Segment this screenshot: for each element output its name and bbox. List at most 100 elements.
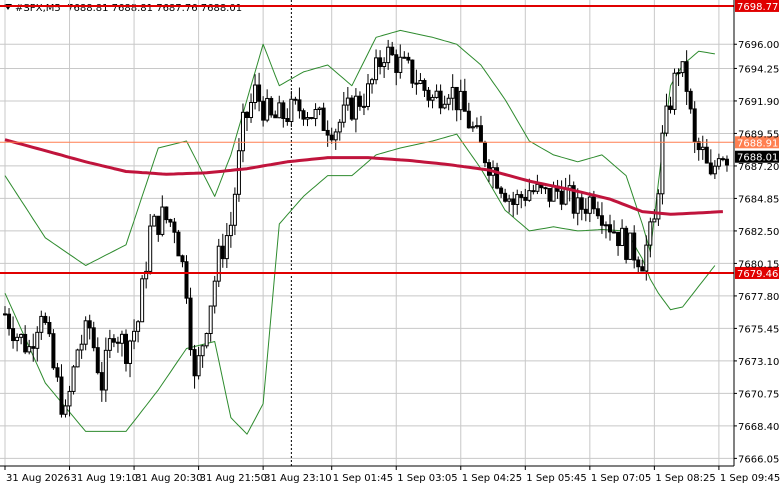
candle-body	[19, 333, 24, 338]
candle-body	[83, 320, 88, 345]
candle-body	[656, 193, 661, 220]
candle-body	[446, 97, 451, 105]
candle-body	[216, 245, 221, 282]
candle-body	[51, 333, 56, 369]
candle	[462, 78, 467, 112]
candle-body	[668, 105, 673, 110]
candle-body	[91, 327, 96, 349]
candle	[144, 261, 149, 289]
candle	[503, 188, 508, 203]
candle-body	[136, 321, 141, 332]
candle-body	[511, 198, 516, 205]
candle-body	[273, 114, 278, 119]
candle	[111, 334, 116, 348]
candle	[660, 125, 665, 205]
candle-body	[382, 62, 387, 68]
candle-body	[281, 102, 286, 119]
candle	[27, 339, 32, 355]
candle-body	[200, 345, 205, 357]
candle-body	[700, 146, 705, 151]
price-tick-label: 7689.55	[738, 129, 779, 140]
candle	[79, 334, 84, 359]
time-tick-label: 1 Sep 04:25	[462, 473, 522, 484]
candle	[357, 91, 362, 111]
candle	[329, 127, 334, 144]
candle	[353, 88, 358, 133]
candle-body	[599, 215, 604, 226]
candle	[454, 86, 459, 122]
price-tick-label: 7675.45	[738, 324, 779, 335]
time-tick-label: 1 Sep 05:45	[526, 473, 586, 484]
candle-body	[115, 341, 120, 344]
candle	[220, 233, 225, 268]
candle	[696, 137, 701, 161]
candle-body	[228, 224, 233, 237]
candle	[398, 44, 403, 79]
candle-body	[15, 336, 20, 342]
candle-body	[563, 188, 568, 205]
candle-body	[680, 61, 685, 74]
candle	[309, 117, 314, 120]
candle	[136, 320, 141, 343]
price-chart[interactable]: 7698.777679.467688.917688.01 7696.007694…	[0, 0, 781, 489]
candle-body	[712, 165, 717, 175]
candle	[19, 333, 24, 345]
candle-body	[3, 313, 7, 316]
candle	[547, 188, 552, 208]
candle-body	[208, 305, 213, 334]
candle-body	[253, 84, 258, 103]
candle-body	[111, 338, 116, 343]
candle-body	[608, 224, 612, 233]
candle-body	[43, 315, 48, 323]
candle	[612, 220, 617, 234]
candle	[632, 225, 637, 269]
candle-body	[7, 313, 12, 330]
candle-body	[620, 227, 625, 247]
candle	[7, 308, 12, 336]
candle-body	[482, 141, 487, 164]
candle	[378, 50, 383, 75]
candle	[478, 115, 483, 143]
candle	[648, 217, 653, 258]
candle-body	[559, 190, 564, 205]
candle	[470, 121, 475, 132]
candle	[466, 102, 471, 129]
candle	[305, 111, 310, 127]
candle-body	[277, 102, 282, 119]
axes: 7696.00 7694.25 7691.90 7689.55 7687.20 7684.…	[0, 0, 780, 484]
time-tick-label: 31 Aug 20:30	[135, 473, 202, 484]
candle-body	[160, 206, 165, 235]
candle-body	[353, 95, 358, 120]
candle-body	[454, 86, 459, 111]
time-tick-label: 1 Sep 08:25	[655, 473, 715, 484]
candle	[382, 57, 387, 78]
candle	[708, 149, 713, 176]
candle-body	[612, 231, 617, 234]
time-tick-label: 1 Sep 07:05	[591, 473, 651, 484]
candle-body	[132, 330, 137, 342]
candle	[575, 188, 580, 226]
candle	[563, 177, 568, 206]
candle	[43, 312, 48, 325]
price-tick-label: 7680.15	[738, 259, 779, 270]
candle-body	[124, 333, 128, 364]
candle	[297, 87, 302, 119]
candle-body	[35, 331, 40, 349]
time-tick-label: 31 Aug 21:50	[200, 473, 267, 484]
candle	[313, 103, 318, 127]
candle	[571, 181, 576, 219]
candle	[95, 337, 100, 375]
candle-body	[297, 99, 302, 112]
candle	[204, 332, 209, 349]
candle	[224, 223, 229, 268]
candle-body	[450, 86, 455, 99]
candle	[180, 254, 185, 268]
candle	[366, 74, 370, 111]
candle	[71, 364, 76, 395]
candle-body	[285, 117, 290, 123]
candle-body	[478, 125, 483, 143]
candle-body	[103, 349, 108, 391]
price-tick-label: 7684.85	[738, 194, 779, 205]
candle	[184, 255, 189, 304]
candle	[257, 72, 262, 112]
